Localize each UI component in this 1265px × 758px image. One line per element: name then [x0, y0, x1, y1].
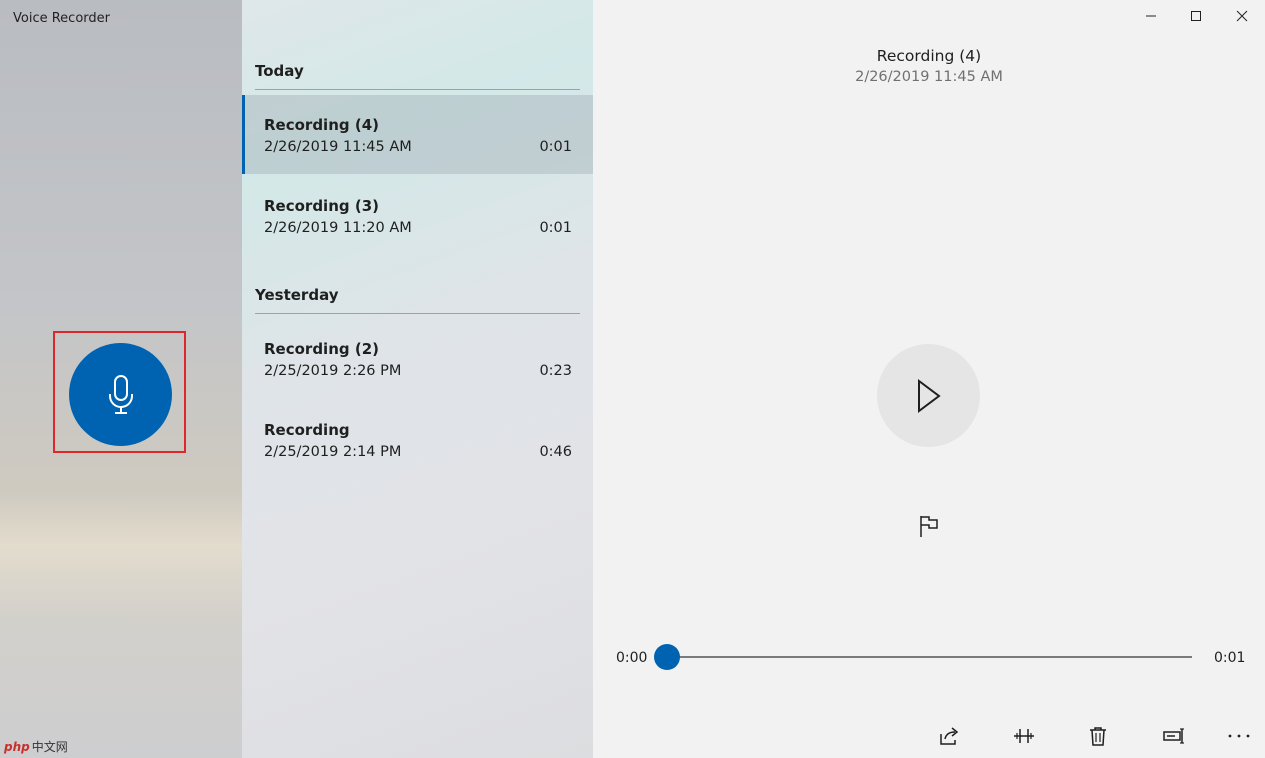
recording-item[interactable]: Recording (2) 2/25/2019 2:26 PM 0:23 — [242, 319, 593, 398]
player-date: 2/26/2019 11:45 AM — [855, 69, 1003, 85]
play-icon — [917, 378, 941, 413]
recording-duration: 0:01 — [539, 139, 572, 155]
recording-name: Recording (3) — [264, 197, 379, 215]
recording-date: 2/26/2019 11:20 AM — [264, 220, 412, 236]
recording-name: Recording (2) — [264, 340, 379, 358]
rename-icon — [1163, 728, 1184, 744]
recording-item[interactable]: Recording (4) 2/26/2019 11:45 AM 0:01 — [242, 95, 593, 174]
recordings-list: Today Recording (4) 2/26/2019 11:45 AM 0… — [242, 0, 593, 758]
recording-duration: 0:23 — [539, 363, 572, 379]
elapsed-time: 0:00 — [616, 650, 648, 666]
recording-name: Recording — [264, 421, 350, 439]
minimize-icon — [1146, 15, 1156, 17]
microphone-icon — [108, 374, 133, 414]
share-button[interactable] — [934, 722, 964, 750]
recording-duration: 0:46 — [539, 444, 572, 460]
close-button[interactable] — [1219, 0, 1265, 32]
recording-duration: 0:01 — [539, 220, 572, 236]
divider — [255, 89, 580, 90]
group-header-yesterday: Yesterday — [255, 286, 339, 304]
record-pane: Voice Recorder php 中文网 — [0, 0, 242, 758]
rename-button[interactable] — [1159, 722, 1189, 750]
maximize-button[interactable] — [1173, 0, 1219, 32]
watermark-text: 中文网 — [31, 740, 68, 754]
recording-item[interactable]: Recording (3) 2/26/2019 11:20 AM 0:01 — [242, 176, 593, 255]
watermark: php 中文网 — [4, 738, 68, 755]
total-time: 0:01 — [1214, 650, 1246, 666]
delete-icon — [1090, 727, 1106, 746]
recording-date: 2/25/2019 2:26 PM — [264, 363, 402, 379]
recording-item[interactable]: Recording 2/25/2019 2:14 PM 0:46 — [242, 400, 593, 479]
more-icon — [1228, 734, 1250, 738]
more-options-button[interactable] — [1224, 722, 1254, 750]
maximize-icon — [1191, 11, 1201, 21]
recording-date: 2/26/2019 11:45 AM — [264, 139, 412, 155]
player-title: Recording (4) — [876, 47, 982, 65]
player-pane: Recording (4) 2/26/2019 11:45 AM 0:00 0:… — [593, 0, 1265, 758]
add-marker-button[interactable] — [915, 511, 943, 541]
recording-name: Recording (4) — [264, 116, 379, 134]
flag-icon — [920, 516, 938, 537]
trim-icon — [1014, 729, 1034, 743]
seek-thumb[interactable] — [654, 644, 680, 670]
minimize-button[interactable] — [1128, 0, 1174, 32]
delete-button[interactable] — [1083, 722, 1113, 750]
divider — [255, 313, 580, 314]
play-button[interactable] — [877, 344, 980, 447]
record-button[interactable] — [69, 343, 172, 446]
share-icon — [940, 727, 959, 745]
close-icon — [1236, 10, 1248, 22]
group-header-today: Today — [255, 62, 304, 80]
seek-track[interactable] — [667, 656, 1192, 658]
trim-button[interactable] — [1009, 722, 1039, 750]
watermark-brand: php — [4, 740, 30, 754]
recording-date: 2/25/2019 2:14 PM — [264, 444, 402, 460]
app-title: Voice Recorder — [13, 11, 110, 26]
